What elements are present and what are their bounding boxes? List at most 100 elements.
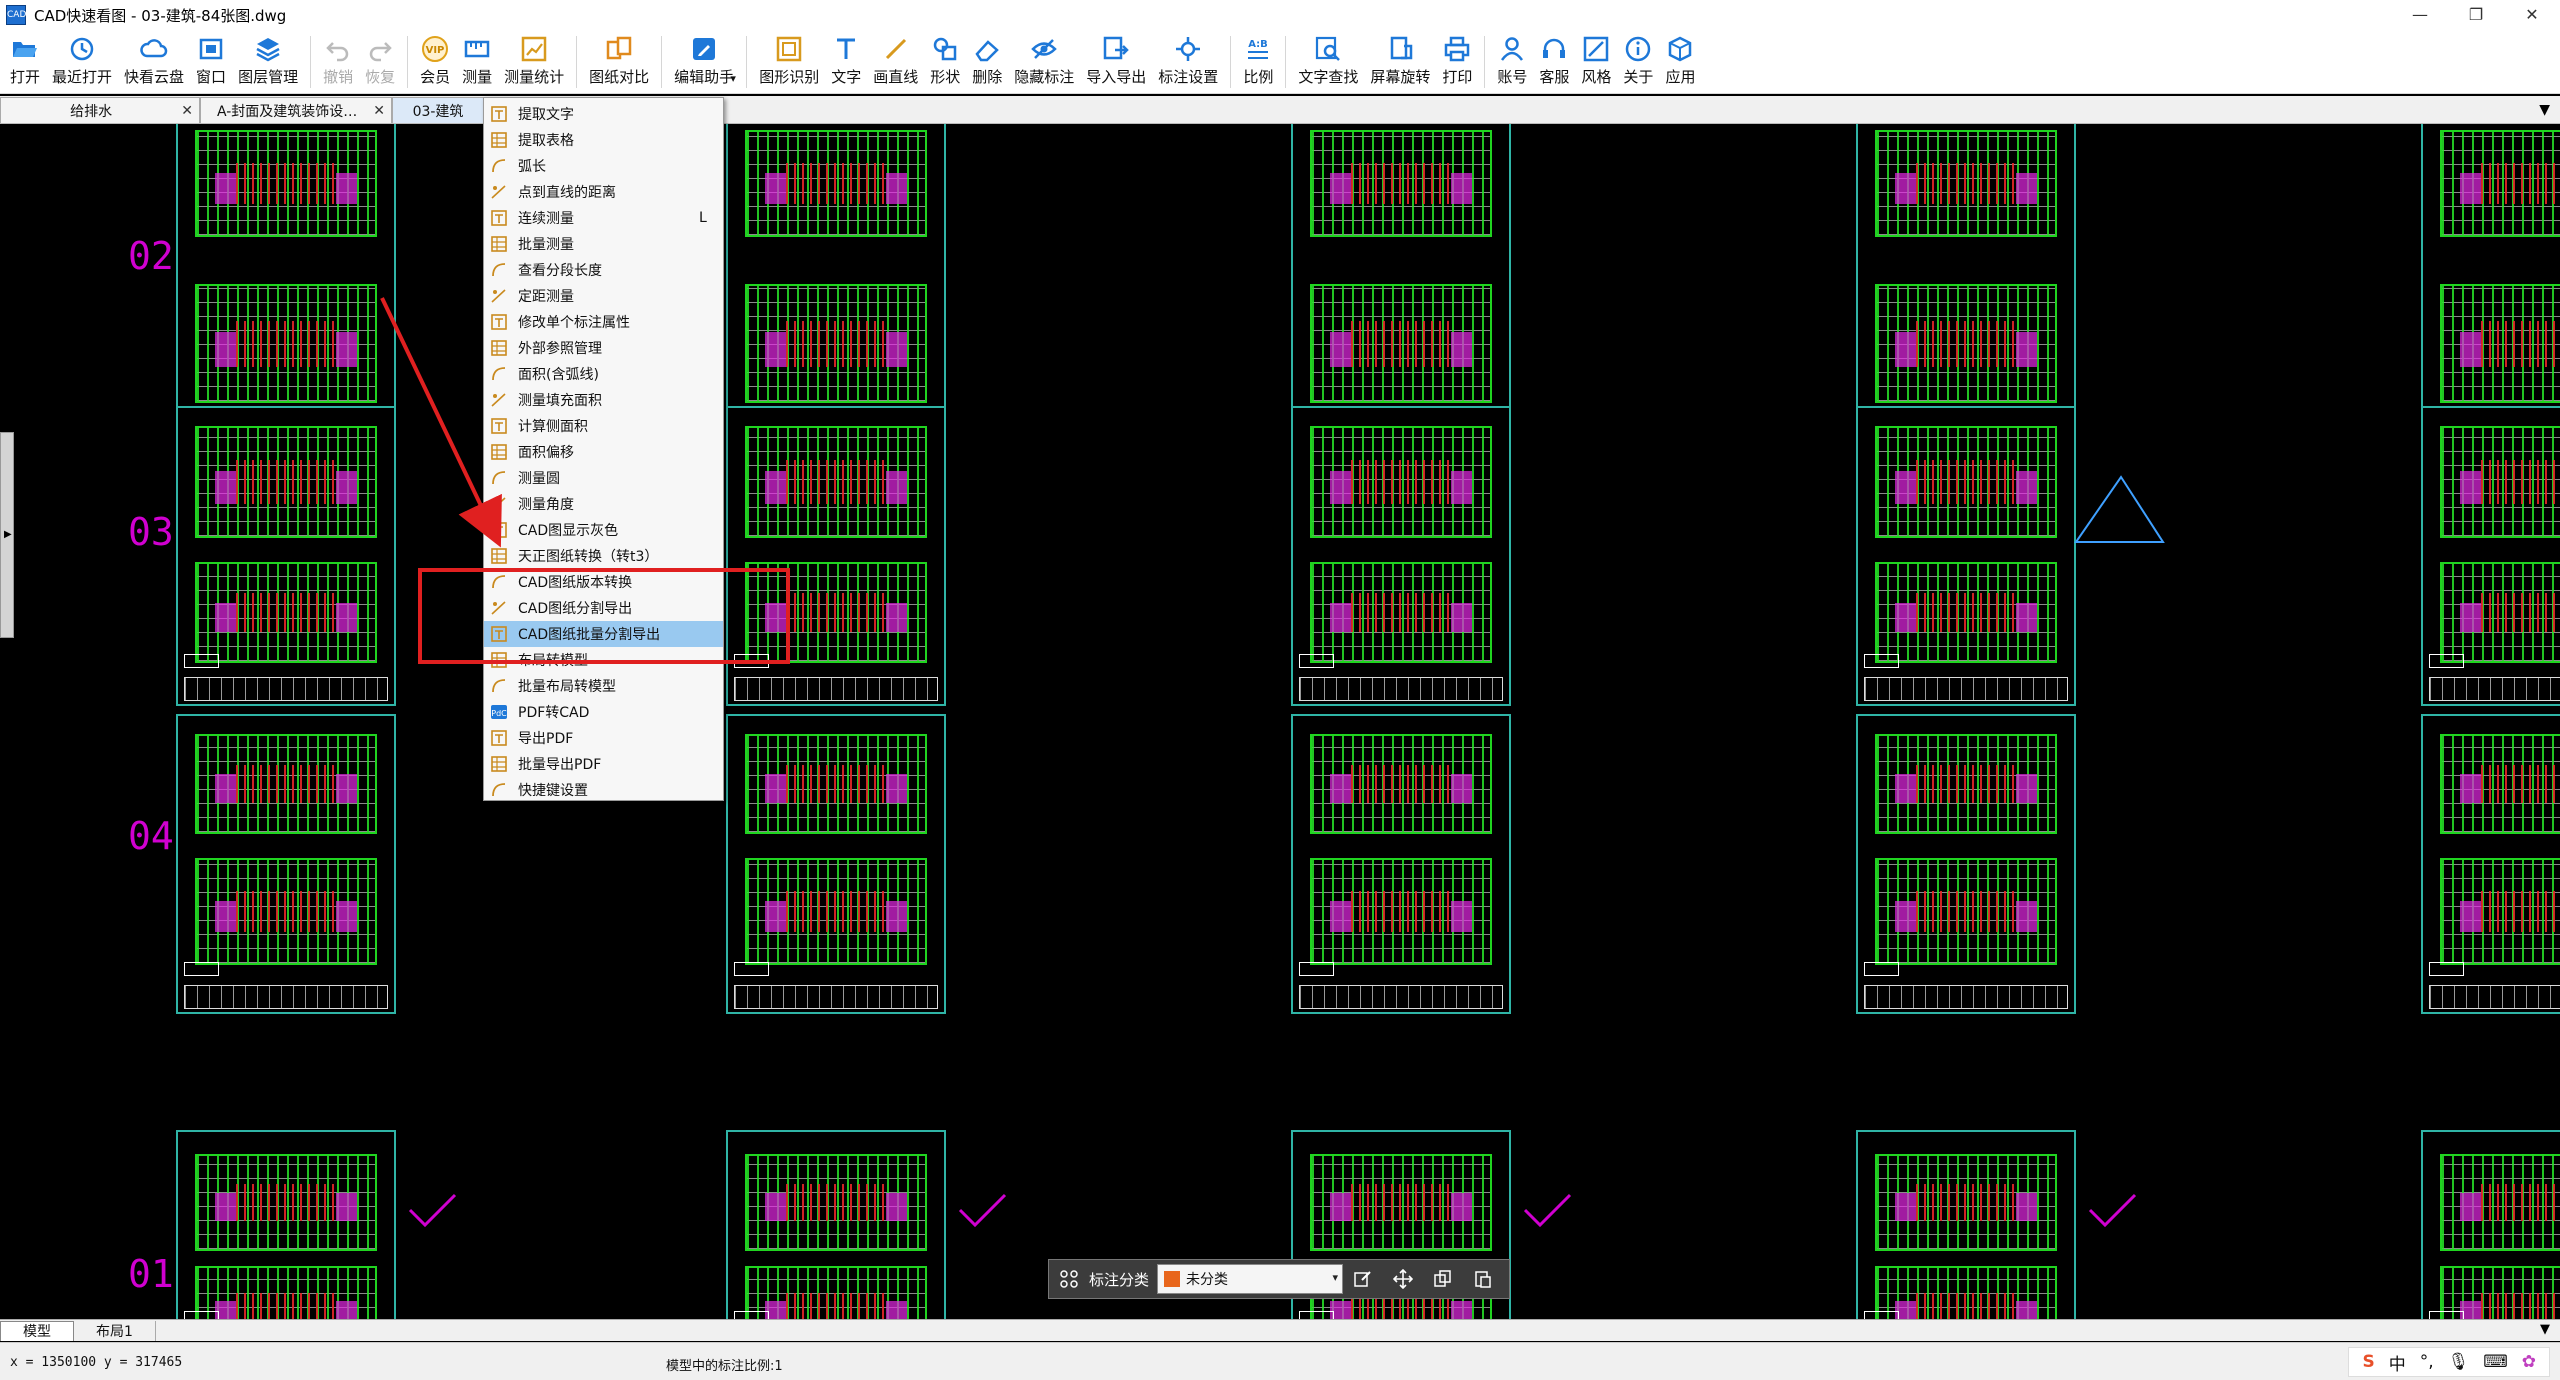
tab-close-icon[interactable]: ✕ (181, 103, 193, 119)
move-icon[interactable] (1389, 1265, 1417, 1293)
toolbar-button-undo[interactable]: 撤销 (317, 30, 359, 94)
drawing-canvas[interactable]: 02 03 04 01 (0, 124, 2560, 1319)
menu-item-gray-display[interactable]: CAD图显示灰色 (484, 517, 723, 543)
menu-item-pdf-to-cad[interactable]: PdC PDF转CAD (484, 699, 723, 725)
paste-icon[interactable] (1469, 1265, 1497, 1293)
sogou-input-icon[interactable]: S (2362, 1352, 2374, 1372)
menu-item-shortcut: L (699, 210, 707, 226)
menu-item-label: 面积偏移 (518, 445, 574, 461)
close-button[interactable]: ✕ (2504, 0, 2560, 30)
side-panel-toggle[interactable]: ▶ (0, 432, 14, 638)
menu-item-arc-length[interactable]: 弧长 (484, 153, 723, 179)
tab-close-icon[interactable]: ✕ (373, 103, 385, 119)
title-bar: CAD CAD快速看图 - 03-建筑-84张图.dwg — ❐ ✕ (0, 0, 2560, 30)
menu-item-tangent-convert[interactable]: 天正图纸转换（转t3） (484, 543, 723, 569)
tab-layout1[interactable]: 布局1 (74, 1320, 156, 1341)
category-select[interactable]: 未分类 ▾ (1157, 1264, 1344, 1294)
menu-item-edit-annotation[interactable]: 修改单个标注属性 (484, 309, 723, 335)
maximize-button[interactable]: ❐ (2448, 0, 2504, 30)
toolbar-button-label: 风格 (1581, 68, 1612, 86)
menu-item-batch-split-export[interactable]: CAD图纸批量分割导出 (484, 621, 723, 647)
toolbar-button-eraser[interactable]: 删除 (966, 30, 1008, 94)
tab-drainage[interactable]: 给排水 ✕ (0, 97, 200, 123)
menu-item-circle-measure[interactable]: 测量圆 (484, 465, 723, 491)
menu-item-segment-length[interactable]: 查看分段长度 (484, 257, 723, 283)
gray-display-icon (490, 521, 508, 539)
toolbar-button-eye-hidden[interactable]: 隐藏标注 (1008, 30, 1080, 94)
toolbar-button-import-export[interactable]: 导入导出 (1080, 30, 1152, 94)
toolbar-button-layers[interactable]: 图层管理 (232, 30, 304, 94)
toolbar-button-ruler[interactable]: 测量 (456, 30, 498, 94)
menu-item-fixed-distance[interactable]: 定距测量 (484, 283, 723, 309)
pdf-to-cad-icon: PdC (490, 703, 508, 721)
toolbar-button-folder-open[interactable]: 打开 (4, 30, 46, 94)
menu-item-xref[interactable]: 外部参照管理 (484, 335, 723, 361)
toolbar-button-rotate-screen[interactable]: 屏幕旋转 (1364, 30, 1436, 94)
toolbar-button-window[interactable]: 窗口 (190, 30, 232, 94)
tab-model[interactable]: 模型 (0, 1320, 74, 1341)
toolbar-button-measure-stats[interactable]: 测量统计 (498, 30, 570, 94)
skin-icon[interactable]: ✿ (2522, 1352, 2536, 1372)
menu-item-export-pdf[interactable]: 导出PDF (484, 725, 723, 751)
toolbar-button-compare[interactable]: 图纸对比 (583, 30, 655, 94)
chevron-down-icon[interactable]: ▼ (2540, 1322, 2550, 1337)
edit-icon[interactable] (1349, 1265, 1377, 1293)
menu-item-area-arc[interactable]: 面积(含弧线) (484, 361, 723, 387)
copy-icon[interactable] (1429, 1265, 1457, 1293)
toolbar-button-edit-assistant[interactable]: 编辑助手 ▾ (668, 30, 740, 94)
menu-item-side-area[interactable]: 计算侧面积 (484, 413, 723, 439)
menu-item-point-line-distance[interactable]: 点到直线的距离 (484, 179, 723, 205)
menu-item-table-extract[interactable]: 提取表格 (484, 127, 723, 153)
menu-item-angle[interactable]: 测量角度 (484, 491, 723, 517)
minimize-button[interactable]: — (2392, 0, 2448, 30)
text-extract-icon (490, 105, 508, 123)
toolbar-button-shapes[interactable]: 形状 (924, 30, 966, 94)
row-label-03: 03 (128, 510, 174, 554)
toolbar-button-vip[interactable]: VIP 会员 (414, 30, 456, 94)
menu-item-batch-measure[interactable]: 批量测量 (484, 231, 723, 257)
menu-item-layout-to-model[interactable]: 布局转模型 (484, 647, 723, 673)
toolbar-button-user[interactable]: 账号 (1491, 30, 1533, 94)
window-icon (196, 34, 226, 64)
menu-item-version-convert[interactable]: CAD图纸版本转换 (484, 569, 723, 595)
tab-cover-decoration[interactable]: A-封面及建筑装饰设… ✕ (200, 97, 392, 123)
ime-mode-indicator[interactable]: 中 (2389, 1350, 2406, 1375)
menu-item-keyboard[interactable]: 快捷键设置 (484, 777, 723, 803)
toolbar-button-headset[interactable]: 客服 (1533, 30, 1575, 94)
toolbar-button-printer[interactable]: 打印 (1436, 30, 1478, 94)
tab-list-dropdown-icon[interactable]: ▼ (2539, 102, 2550, 118)
fill-area-icon (490, 391, 508, 409)
grid-apps-icon[interactable] (1055, 1265, 1083, 1293)
keyboard-icon[interactable]: ⌨ (2483, 1352, 2508, 1372)
toolbar-button-label: 最近打开 (52, 68, 113, 86)
toolbar-button-style[interactable]: 风格 (1575, 30, 1617, 94)
microphone-icon[interactable]: 🎙 (2448, 1352, 2470, 1372)
toolbar-button-info[interactable]: 关于 (1617, 30, 1659, 94)
menu-item-batch-export-pdf[interactable]: 批量导出PDF (484, 751, 723, 777)
drawing-sheet (1856, 714, 2076, 1014)
menu-item-batch-layout-model[interactable]: 批量布局转模型 (484, 673, 723, 699)
toolbar-button-redo[interactable]: 恢复 (359, 30, 401, 94)
menu-item-continuous-measure[interactable]: 连续测量 L (484, 205, 723, 231)
toolbar-button-cloud[interactable]: 快看云盘 (118, 30, 190, 94)
toolbar-button-text-search[interactable]: 文字查找 (1292, 30, 1364, 94)
menu-item-split-export[interactable]: CAD图纸分割导出 (484, 595, 723, 621)
title-box (2429, 1311, 2465, 1319)
toolbar-button-scale[interactable]: A:B 比例 (1237, 30, 1279, 94)
menu-item-fill-area[interactable]: 测量填充面积 (484, 387, 723, 413)
menu-item-area-offset[interactable]: 面积偏移 (484, 439, 723, 465)
tab-architecture[interactable]: 03-建筑 (392, 97, 484, 123)
title-block (734, 677, 938, 702)
toolbar-button-apps-cube[interactable]: 应用 (1659, 30, 1701, 94)
toolbar-button-line[interactable]: 画直线 (867, 30, 924, 94)
toolbar-button-annotation-settings[interactable]: 标注设置 (1152, 30, 1224, 94)
toolbar-button-clock[interactable]: 最近打开 (46, 30, 118, 94)
toolbar-button-label: 账号 (1497, 68, 1528, 86)
toolbar-button-shape-recognition[interactable]: 图形识别 (753, 30, 825, 94)
toolbar-button-text[interactable]: 文字 (825, 30, 867, 94)
cursor-coordinates: x = 1350100 y = 317465 (10, 1355, 183, 1370)
punctuation-icon[interactable]: °, (2420, 1352, 2434, 1372)
toolbar-button-label: 比例 (1243, 68, 1274, 86)
toolbar-button-label: 测量 (462, 68, 493, 86)
menu-item-text-extract[interactable]: 提取文字 (484, 101, 723, 127)
